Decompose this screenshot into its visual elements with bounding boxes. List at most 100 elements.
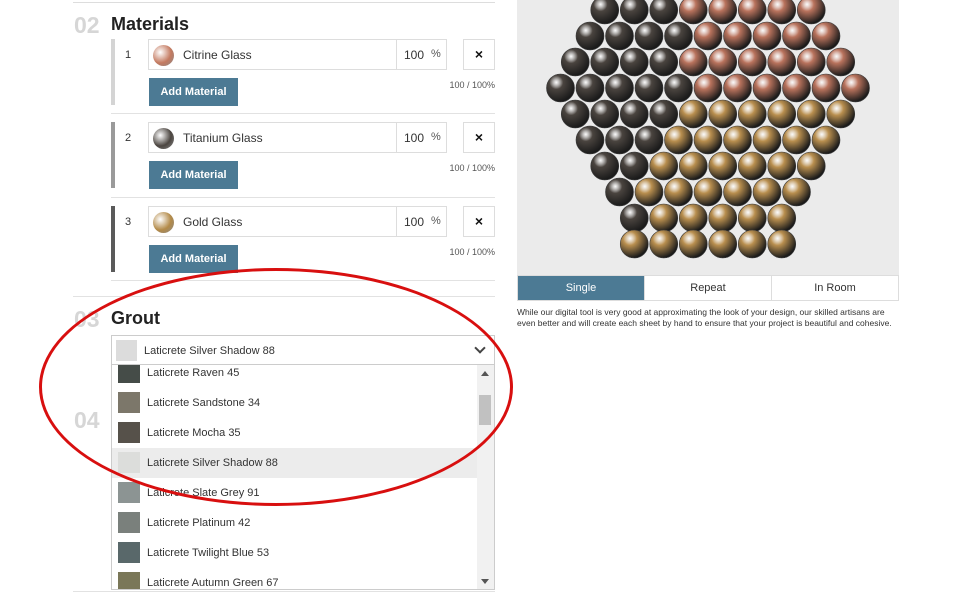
percentage-value: 100: [404, 215, 425, 229]
grout-option-swatch: [118, 542, 140, 563]
material-row-3: 3 Gold Glass 100 % × Add Material 100 / …: [111, 206, 495, 278]
material-name: Gold Glass: [183, 215, 243, 229]
material-name: Titanium Glass: [183, 131, 263, 145]
mosaic-tile: [678, 0, 708, 25]
mosaic-tile: [590, 151, 620, 181]
percentage-input[interactable]: 100 %: [397, 122, 447, 153]
percent-symbol: %: [431, 131, 441, 143]
section-divider: [73, 296, 495, 297]
mosaic-tile: [678, 99, 708, 129]
mosaic-tile: [619, 203, 649, 233]
mosaic-tile: [737, 0, 767, 25]
material-selector[interactable]: Gold Glass: [148, 206, 397, 237]
grout-option-label: Laticrete Twilight Blue 53: [147, 547, 270, 559]
top-divider: [73, 2, 495, 3]
mosaic-tile: [737, 151, 767, 181]
material-row-1: 1 Citrine Glass 100 % × Add Material 100…: [111, 39, 495, 111]
mosaic-preview-image: [546, 0, 870, 259]
mosaic-tile: [767, 229, 797, 259]
grout-option[interactable]: Laticrete Sandstone 34: [112, 388, 478, 418]
grout-option-swatch: [118, 422, 140, 443]
mosaic-tile: [693, 73, 723, 103]
scroll-down-arrow-icon[interactable]: [481, 579, 489, 584]
grout-swatch-icon: [116, 340, 137, 361]
grout-option-label: Laticrete Raven 45: [147, 367, 240, 379]
mosaic-tile: [752, 21, 782, 51]
grout-option[interactable]: Laticrete Silver Shadow 88: [112, 448, 478, 478]
grout-step-number: 03: [74, 306, 100, 332]
scroll-up-arrow-icon[interactable]: [481, 371, 489, 376]
grout-selected-value: Laticrete Silver Shadow 88: [144, 345, 275, 357]
grout-select[interactable]: Laticrete Silver Shadow 88: [111, 335, 495, 365]
grout-option[interactable]: Laticrete Platinum 42: [112, 508, 478, 538]
mosaic-tile: [605, 21, 634, 51]
mosaic-tile: [590, 47, 620, 77]
material-selector[interactable]: Citrine Glass: [148, 39, 397, 70]
remove-material-button[interactable]: ×: [463, 122, 495, 153]
mosaic-tile: [678, 203, 708, 233]
scrollbar-thumb[interactable]: [479, 395, 491, 425]
add-material-button[interactable]: Add Material: [149, 78, 238, 106]
mosaic-tile: [664, 21, 693, 51]
mosaic-tile: [678, 47, 708, 77]
mosaic-tile: [708, 229, 738, 259]
mosaic-tile: [619, 229, 649, 259]
materials-step-number: 02: [74, 12, 100, 38]
add-material-button[interactable]: Add Material: [149, 161, 238, 189]
tab-single[interactable]: Single: [518, 276, 645, 300]
mosaic-tile: [782, 125, 811, 155]
section-divider: [73, 591, 495, 592]
material-index: 1: [125, 49, 132, 61]
tab-in-room[interactable]: In Room: [772, 276, 898, 300]
mosaic-tile: [619, 99, 649, 129]
mosaic-tile: [693, 177, 723, 207]
mosaic-tile: [664, 73, 693, 103]
mosaic-tile: [605, 177, 634, 207]
grout-options-list[interactable]: Laticrete Autumn Green 67 Laticrete Twili…: [111, 365, 495, 590]
grout-option-label: Laticrete Silver Shadow 88: [147, 457, 278, 469]
tab-repeat[interactable]: Repeat: [645, 276, 772, 300]
mosaic-tile: [708, 203, 738, 233]
material-selector[interactable]: Titanium Glass: [148, 122, 397, 153]
mosaic-tile: [590, 99, 620, 129]
mosaic-tile: [678, 229, 708, 259]
mosaic-tile: [649, 99, 679, 129]
tile-preview: [517, 0, 899, 275]
mosaic-tile: [546, 73, 575, 103]
grout-option[interactable]: Laticrete Raven 45: [112, 365, 478, 388]
view-tabs: Single Repeat In Room: [517, 275, 899, 301]
grout-option-label: Laticrete Slate Grey 91: [147, 487, 260, 499]
mosaic-tile: [737, 47, 767, 77]
grout-option[interactable]: Laticrete Slate Grey 91: [112, 478, 478, 508]
mosaic-tile: [708, 47, 738, 77]
remove-material-button[interactable]: ×: [463, 39, 495, 70]
next-step-number: 04: [74, 407, 100, 433]
grout-option-label: Laticrete Mocha 35: [147, 427, 241, 439]
mosaic-tile: [664, 177, 693, 207]
mosaic-tile: [723, 21, 752, 51]
remove-material-button[interactable]: ×: [463, 206, 495, 237]
chevron-down-icon[interactable]: [474, 342, 486, 354]
mosaic-tile: [811, 21, 841, 51]
grout-option-label: Laticrete Sandstone 34: [147, 397, 261, 409]
mosaic-tile: [575, 125, 605, 155]
percentage-input[interactable]: 100 %: [397, 206, 447, 237]
add-material-button[interactable]: Add Material: [149, 245, 238, 273]
grout-option-label: Laticrete Autumn Green 67: [147, 577, 279, 589]
grout-option-swatch: [118, 392, 140, 413]
grout-option[interactable]: Laticrete Mocha 35: [112, 418, 478, 448]
grout-option[interactable]: Laticrete Autumn Green 67: [112, 568, 478, 589]
mosaic-tile: [619, 0, 649, 25]
grout-option[interactable]: Laticrete Twilight Blue 53: [112, 538, 478, 568]
mosaic-tile: [752, 73, 782, 103]
mosaic-tile: [767, 0, 797, 25]
percentage-input[interactable]: 100 %: [397, 39, 447, 70]
mosaic-tile: [605, 125, 634, 155]
scrollbar[interactable]: [477, 365, 494, 589]
mosaic-tile: [782, 21, 811, 51]
mosaic-tile: [649, 203, 679, 233]
mosaic-tile: [708, 99, 738, 129]
mosaic-tile: [708, 0, 738, 25]
grout-option-swatch: [118, 512, 140, 533]
mosaic-tile: [693, 21, 723, 51]
